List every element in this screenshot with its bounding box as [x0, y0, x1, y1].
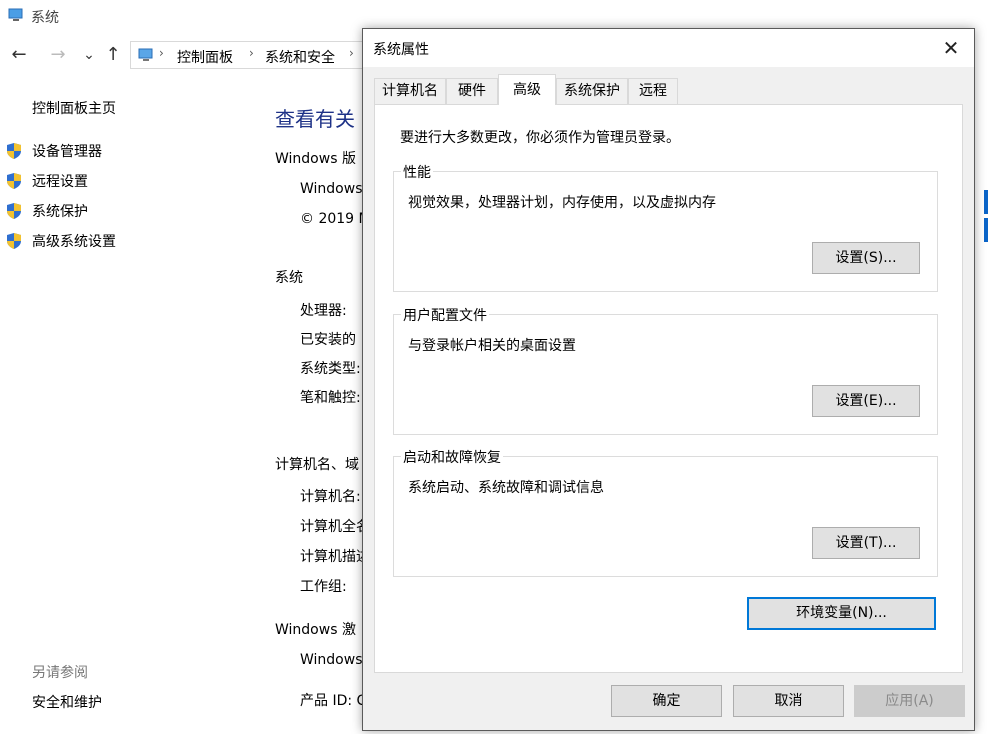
system-computer-icon [8, 8, 24, 22]
shield-icon [6, 142, 22, 160]
sidebar-item-label: 远程设置 [32, 174, 88, 190]
breadcrumb-control-panel[interactable]: 控制面板 [177, 47, 233, 67]
apply-button[interactable]: 应用(A) [854, 685, 965, 717]
startup-recovery-settings-button[interactable]: 设置(T)... [812, 527, 920, 559]
shield-icon [6, 172, 22, 190]
computer-name-label: 计算机名: [300, 489, 361, 505]
address-bar[interactable]: › 控制面板 › 系统和安全 › [130, 41, 370, 69]
up-arrow-icon[interactable]: ↑ [102, 44, 124, 66]
performance-group: 性能 视觉效果，处理器计划，内存使用，以及虚拟内存 设置(S)... [393, 162, 938, 292]
copyright-text: © 2019 M [300, 211, 371, 227]
page-title: 查看有关 [275, 107, 355, 131]
close-icon[interactable]: ✕ [936, 33, 966, 63]
activation-header: Windows 激 [275, 622, 356, 638]
ok-button[interactable]: 确定 [611, 685, 722, 717]
background-link-edge [984, 190, 988, 214]
see-also-heading: 另请参阅 [32, 665, 88, 681]
windows-name: Windows [300, 181, 363, 197]
admin-notice: 要进行大多数更改，你必须作为管理员登录。 [400, 130, 680, 146]
breadcrumb-separator-icon: › [349, 46, 354, 60]
pen-touch-label: 笔和触控: [300, 390, 361, 406]
recent-locations-chevron-icon[interactable]: ⌄ [78, 44, 100, 66]
user-profiles-group: 用户配置文件 与登录帐户相关的桌面设置 设置(E)... [393, 305, 938, 435]
group-description: 系统启动、系统故障和调试信息 [408, 480, 604, 496]
tab-remote[interactable]: 远程 [628, 78, 678, 104]
installed-memory-label: 已安装的 [300, 332, 356, 348]
cancel-button[interactable]: 取消 [733, 685, 844, 717]
tab-computer-name[interactable]: 计算机名 [374, 78, 446, 104]
advanced-tab-panel: 要进行大多数更改，你必须作为管理员登录。 性能 视觉效果，处理器计划，内存使用，… [374, 104, 963, 673]
shield-icon [6, 232, 22, 250]
processor-label: 处理器: [300, 303, 347, 319]
full-computer-name-label: 计算机全名 [300, 519, 370, 535]
background-window-title: 系统 [31, 10, 59, 26]
breadcrumb-separator-icon: › [159, 46, 164, 60]
forward-arrow-icon[interactable]: → [47, 44, 69, 66]
breadcrumb-separator-icon: › [249, 46, 254, 60]
control-panel-icon [137, 47, 155, 63]
group-title: 启动和故障恢复 [401, 447, 503, 467]
startup-recovery-group: 启动和故障恢复 系统启动、系统故障和调试信息 设置(T)... [393, 447, 938, 577]
dialog-titlebar[interactable]: 系统属性 ✕ [363, 29, 974, 67]
environment-variables-button[interactable]: 环境变量(N)... [747, 597, 936, 630]
tab-hardware[interactable]: 硬件 [446, 78, 498, 104]
security-maintenance-link[interactable]: 安全和维护 [32, 692, 102, 712]
group-description: 视觉效果，处理器计划，内存使用，以及虚拟内存 [408, 195, 716, 211]
shield-icon [6, 202, 22, 220]
windows-edition-header: Windows 版 [275, 151, 356, 167]
product-id-label: 产品 ID: C [300, 693, 367, 709]
system-header: 系统 [275, 270, 303, 286]
group-description: 与登录帐户相关的桌面设置 [408, 338, 576, 354]
tab-system-protection[interactable]: 系统保护 [556, 78, 628, 104]
back-arrow-icon[interactable]: ← [8, 44, 30, 66]
workgroup-label: 工作组: [300, 579, 347, 595]
computer-description-label: 计算机描述 [300, 549, 370, 565]
performance-settings-button[interactable]: 设置(S)... [812, 242, 920, 274]
background-link-edge [984, 218, 988, 242]
sidebar-item-label: 高级系统设置 [32, 234, 116, 250]
group-title: 性能 [401, 162, 433, 182]
sidebar-item-label: 系统保护 [32, 204, 88, 220]
breadcrumb-system-security[interactable]: 系统和安全 [265, 47, 335, 67]
sidebar-home-link[interactable]: 控制面板主页 [32, 98, 116, 118]
tab-advanced[interactable]: 高级 [498, 74, 556, 105]
system-properties-dialog: 系统属性 ✕ 计算机名 硬件 高级 系统保护 远程 要进行大多数更改，你必须作为… [362, 28, 975, 731]
system-type-label: 系统类型: [300, 361, 361, 377]
computer-name-header: 计算机名、域 [275, 457, 359, 473]
user-profiles-settings-button[interactable]: 设置(E)... [812, 385, 920, 417]
sidebar-item-label: 设备管理器 [32, 144, 102, 160]
activation-windows-text: Windows [300, 652, 363, 668]
dialog-title: 系统属性 [373, 42, 429, 58]
group-title: 用户配置文件 [401, 305, 489, 325]
